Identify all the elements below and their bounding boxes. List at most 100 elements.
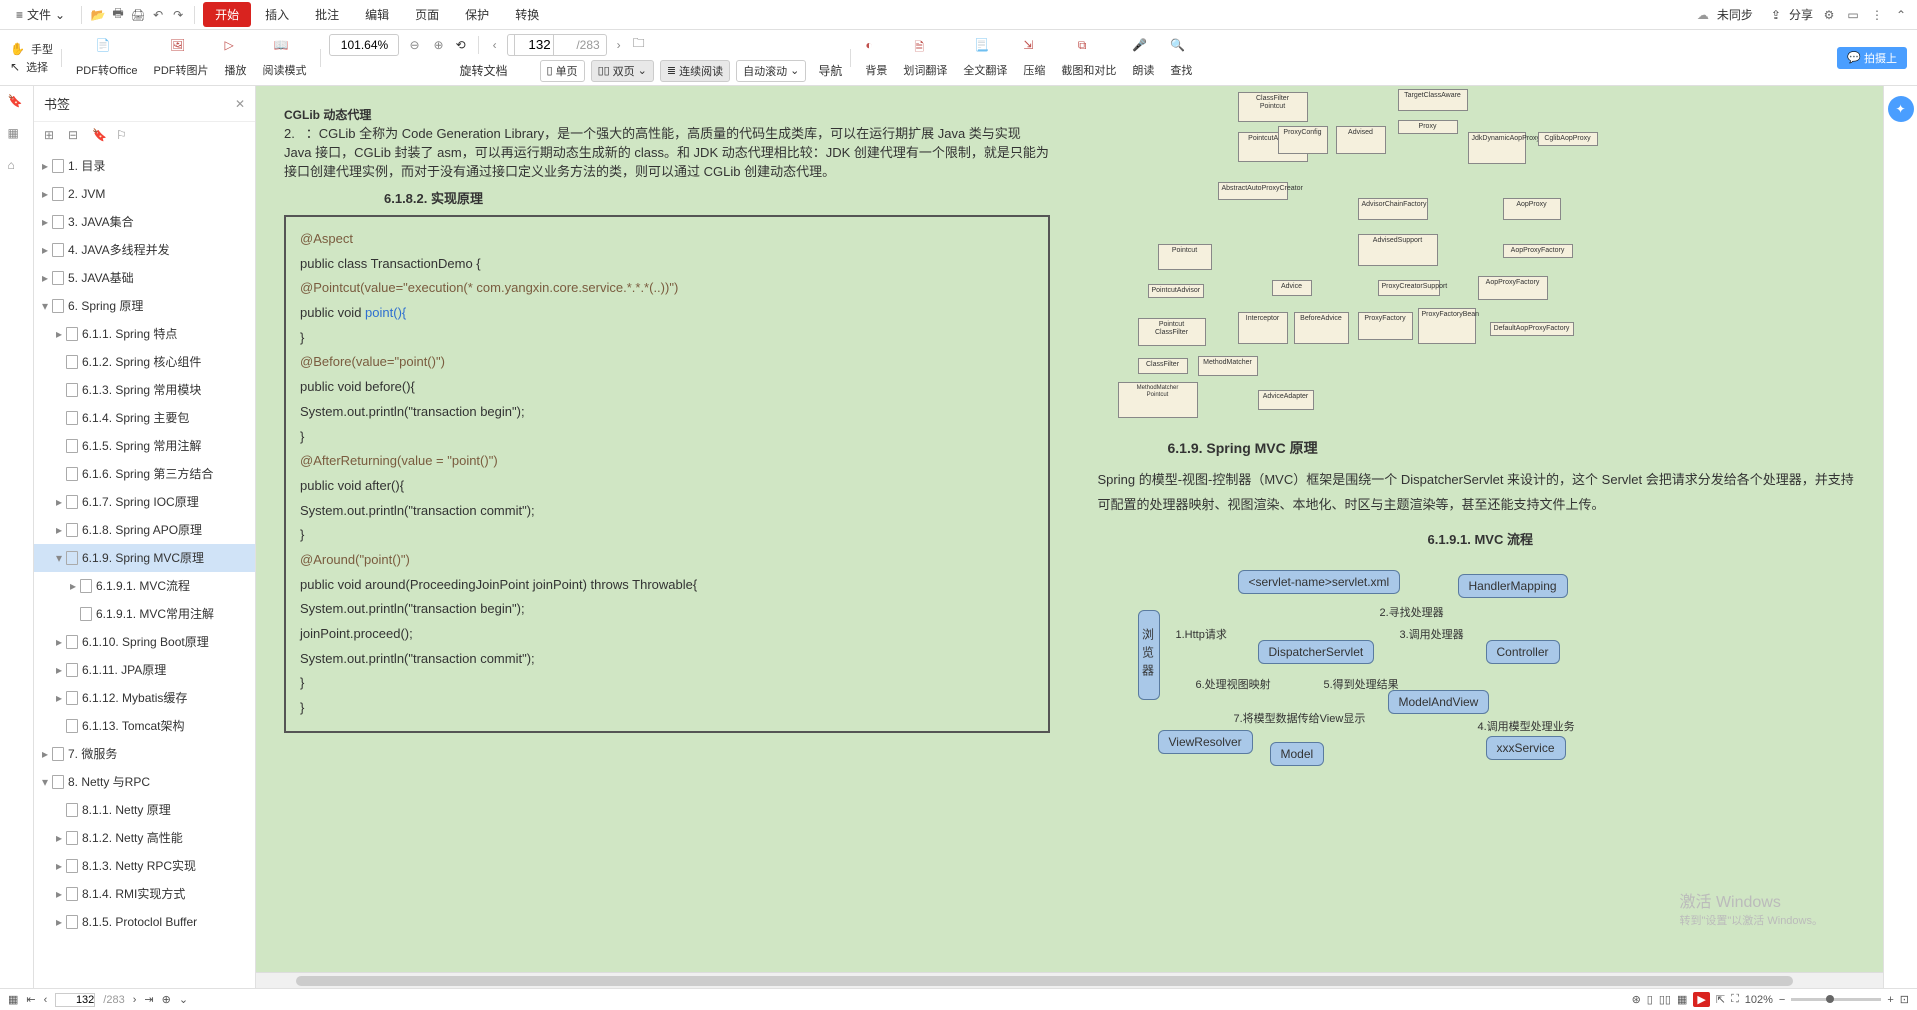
add-bookmark-icon[interactable]: 🔖 [92, 128, 106, 142]
navigate-button[interactable]: 🗀 [631, 34, 647, 55]
bookmark-item[interactable]: 8.1.1. Netty 原理 [34, 796, 255, 824]
expand-icon[interactable]: ▸ [42, 744, 52, 764]
print-icon[interactable]: 🖶 [110, 7, 126, 23]
expand-icon[interactable]: ⌃ [1893, 7, 1909, 23]
bookmark-item[interactable]: ▸7. 微服务 [34, 740, 255, 768]
document-viewport[interactable]: CGLib 动态代理 2. ：CGLib 全称为 Code Generation… [256, 86, 1883, 988]
menu-tab-1[interactable]: 插入 [253, 2, 301, 27]
expand-icon[interactable]: ▸ [42, 268, 52, 288]
expand-icon[interactable]: ▸ [56, 828, 66, 848]
page-input[interactable] [514, 34, 554, 56]
autoscroll-chip[interactable]: 自动滚动⌄ [736, 60, 806, 82]
bookmark-item[interactable]: ▾8. Netty 与RPC [34, 768, 255, 796]
zoom-in-icon[interactable]: ⊕ [430, 38, 448, 52]
expand-icon[interactable]: ▾ [56, 548, 66, 568]
pdf-to-office-button[interactable]: 📄PDF转Office [70, 38, 144, 78]
highlight-icon[interactable]: ⊛ [1632, 993, 1641, 1006]
menu-tab-2[interactable]: 批注 [303, 2, 351, 27]
expand-icon[interactable]: ▸ [56, 688, 66, 708]
open-icon[interactable]: 📂 [90, 7, 106, 23]
menu-tab-5[interactable]: 保护 [453, 2, 501, 27]
bookmark-item[interactable]: ▸8.1.5. Protoclol Buffer [34, 908, 255, 936]
zoom-slider[interactable] [1791, 998, 1881, 1001]
expand-icon[interactable]: ▸ [56, 492, 66, 512]
bookmark-item[interactable]: ▸6.1.1. Spring 特点 [34, 320, 255, 348]
expand-icon[interactable]: ▸ [42, 156, 52, 176]
cloud-icon[interactable]: ☁ [1697, 8, 1709, 22]
first-page-icon[interactable]: ⇤ [26, 993, 35, 1006]
expand-all-icon[interactable]: ⊞ [44, 128, 58, 142]
bookmark-item[interactable]: 6.1.5. Spring 常用注解 [34, 432, 255, 460]
status-page-input[interactable] [55, 993, 95, 1007]
pdf-to-image-button[interactable]: 🖼PDF转图片 [147, 38, 214, 78]
scrollbar-thumb[interactable] [296, 976, 1793, 986]
expand-icon[interactable]: ▸ [56, 660, 66, 680]
compress-button[interactable]: ⇲压缩 [1017, 38, 1051, 78]
bookmark-item[interactable]: 6.1.13. Tomcat架构 [34, 712, 255, 740]
hand-tool[interactable]: ✋手型 [10, 41, 53, 57]
find-button[interactable]: 🔍查找 [1164, 38, 1198, 78]
bookmark-item[interactable]: ▸1. 目录 [34, 152, 255, 180]
bookmark-item[interactable]: ▸6.1.8. Spring APO原理 [34, 516, 255, 544]
prev-page-button[interactable]: ‹ [489, 38, 501, 52]
bookmark-item[interactable]: ▸3. JAVA集合 [34, 208, 255, 236]
print-icon-2[interactable]: 🖨 [130, 7, 146, 23]
zoom-in-status-icon[interactable]: + [1887, 994, 1893, 1006]
bookmark-item[interactable]: ▸6.1.10. Spring Boot原理 [34, 628, 255, 656]
bookmark-item[interactable]: 6.1.3. Spring 常用模块 [34, 376, 255, 404]
read-aloud-button[interactable]: 🎤朗读 [1126, 38, 1160, 78]
expand-icon[interactable]: ▸ [56, 856, 66, 876]
bookmark-item[interactable]: 6.1.9.1. MVC常用注解 [34, 600, 255, 628]
options-icon[interactable]: ⌄ [179, 993, 188, 1006]
share-icon[interactable]: ⇪ [1771, 8, 1781, 22]
expand-icon[interactable]: ▾ [42, 772, 52, 792]
bookmark-item[interactable]: ▸6.1.11. JPA原理 [34, 656, 255, 684]
more-icon[interactable]: ⋮ [1869, 7, 1885, 23]
file-menu[interactable]: ≡ 文件 ⌄ [8, 2, 73, 27]
menu-tab-6[interactable]: 转换 [503, 2, 551, 27]
bookmark-item[interactable]: ▾6.1.9. Spring MVC原理 [34, 544, 255, 572]
bookmark-item[interactable]: ▸8.1.4. RMI实现方式 [34, 880, 255, 908]
next-page-button[interactable]: › [613, 38, 625, 52]
select-tool[interactable]: ↖选择 [10, 59, 53, 75]
view-double-icon[interactable]: ▯▯ [1659, 993, 1671, 1006]
bookmark-item[interactable]: ▸5. JAVA基础 [34, 264, 255, 292]
sync-label[interactable]: 未同步 [1717, 6, 1753, 23]
play-button[interactable]: ▷播放 [218, 38, 252, 78]
bookmark-item[interactable]: ▸6.1.7. Spring IOC原理 [34, 488, 255, 516]
screenshot-button[interactable]: ⧉截图和对比 [1055, 38, 1122, 78]
play-status-icon[interactable]: ▶ [1693, 992, 1709, 1007]
bookmark-item[interactable]: 6.1.6. Spring 第三方结合 [34, 460, 255, 488]
word-translate-button[interactable]: 🗎划词翻译 [897, 38, 953, 78]
continuous-chip[interactable]: ≣连续阅读 [660, 60, 730, 82]
menu-tab-0[interactable]: 开始 [203, 2, 251, 27]
redo-icon[interactable]: ↷ [170, 7, 186, 23]
skin-icon[interactable]: ▭ [1845, 7, 1861, 23]
thumbnail-icon[interactable]: ▦ [8, 126, 26, 144]
fit-icon[interactable]: ⇱ [1716, 993, 1725, 1006]
single-page-chip[interactable]: ▯单页 [540, 60, 585, 82]
expand-icon[interactable]: ▸ [42, 240, 52, 260]
bookmark-item[interactable]: ▸8.1.3. Netty RPC实现 [34, 852, 255, 880]
home-icon[interactable]: ⌂ [8, 158, 26, 176]
double-page-chip[interactable]: ▯▯双页⌄ [591, 60, 654, 82]
discuss-button[interactable]: 💬拍摄上 [1837, 47, 1907, 69]
expand-icon[interactable]: ▾ [42, 296, 52, 316]
menu-tab-4[interactable]: 页面 [403, 2, 451, 27]
collapse-all-icon[interactable]: ⊟ [68, 128, 82, 142]
last-page-icon[interactable]: ⇥ [144, 993, 153, 1006]
expand-icon[interactable]: ▸ [56, 520, 66, 540]
expand-icon[interactable]: ▸ [70, 576, 80, 596]
ai-assistant-icon[interactable]: ✦ [1888, 96, 1914, 122]
zoom-knob[interactable] [1826, 995, 1834, 1003]
close-icon[interactable]: ✕ [235, 97, 245, 111]
view-grid-icon[interactable]: ▦ [1677, 993, 1687, 1006]
expand-icon[interactable]: ▸ [56, 884, 66, 904]
horizontal-scrollbar[interactable] [256, 972, 1883, 988]
share-label[interactable]: 分享 [1789, 6, 1813, 23]
view-single-icon[interactable]: ▯ [1647, 993, 1653, 1006]
rotate-button[interactable]: ⟲ [454, 38, 468, 52]
expand-icon[interactable]: ▸ [56, 912, 66, 932]
read-mode-button[interactable]: 📖阅读模式 [256, 38, 312, 78]
full-translate-button[interactable]: 📃全文翻译 [957, 38, 1013, 78]
